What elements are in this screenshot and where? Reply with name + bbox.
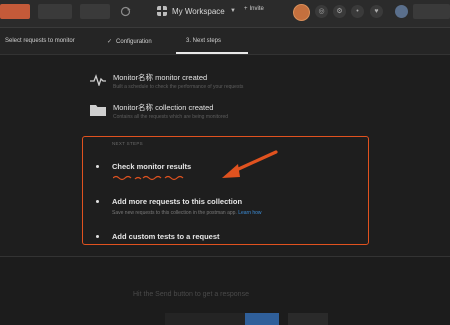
top-toolbar: My Workspace ▼ + Invite ◎ ⚙ • ♥: [0, 0, 450, 28]
new-button[interactable]: [0, 4, 30, 19]
next-step-desc-text: Save new requests to this collection in …: [112, 210, 237, 216]
pulse-icon: [90, 74, 106, 86]
sync-status-avatar[interactable]: [293, 4, 310, 21]
bottom-strip-right: [288, 313, 328, 325]
upgrade-button[interactable]: [413, 4, 450, 19]
bottom-strip: [165, 313, 245, 325]
next-step-title[interactable]: Add custom tests to a request: [112, 232, 220, 241]
learn-how-link[interactable]: Learn how: [238, 210, 261, 216]
bottom-button[interactable]: [245, 313, 279, 325]
satellite-icon[interactable]: ◎: [315, 5, 328, 18]
collection-created-title: Monitor名称 collection created: [113, 103, 214, 112]
gear-icon[interactable]: ⚙: [333, 5, 346, 18]
heart-icon[interactable]: ♥: [370, 5, 383, 18]
invite-label: Invite: [249, 6, 264, 12]
collection-created-desc: Contains all the requests which are bein…: [113, 114, 229, 120]
avatar[interactable]: [395, 5, 408, 18]
import-button[interactable]: [38, 4, 72, 19]
next-step-title[interactable]: Add more requests to this collection: [112, 197, 242, 206]
workspace-grid-icon[interactable]: [157, 6, 167, 16]
step-configuration[interactable]: ✓ Configuration: [107, 38, 152, 45]
bullet: [96, 165, 99, 168]
check-icon: ✓: [107, 39, 113, 45]
next-step-desc: Save new requests to this collection in …: [112, 210, 262, 216]
step-select-requests[interactable]: Select requests to monitor: [5, 38, 75, 44]
bullet: [96, 200, 99, 203]
folder-icon: [90, 105, 106, 116]
monitor-created-desc: Built a schedule to check the performanc…: [113, 84, 244, 90]
invite-button[interactable]: + Invite: [244, 6, 264, 12]
bullet: [96, 235, 99, 238]
active-step-indicator: [176, 52, 248, 54]
next-step-title[interactable]: Check monitor results: [112, 162, 191, 171]
step-configuration-label: Configuration: [116, 39, 152, 45]
response-area: Hit the Send button to get a response: [0, 257, 450, 325]
runner-button[interactable]: [80, 4, 110, 19]
monitor-created-title: Monitor名称 monitor created: [113, 73, 208, 82]
wizard-steps: Select requests to monitor ✓ Configuratio…: [0, 28, 450, 55]
chevron-down-icon[interactable]: ▼: [230, 8, 236, 14]
sync-icon[interactable]: [120, 6, 131, 17]
redacted-scribble: [113, 175, 184, 181]
add-user-icon: +: [244, 6, 248, 12]
workspace-selector[interactable]: My Workspace: [172, 7, 225, 16]
bell-icon[interactable]: •: [351, 5, 364, 18]
annotation-arrow-icon: [222, 150, 278, 178]
next-steps-heading: NEXT STEPS: [112, 141, 143, 146]
empty-response-hint: Hit the Send button to get a response: [133, 291, 249, 298]
step-next-steps[interactable]: 3. Next steps: [186, 38, 221, 44]
